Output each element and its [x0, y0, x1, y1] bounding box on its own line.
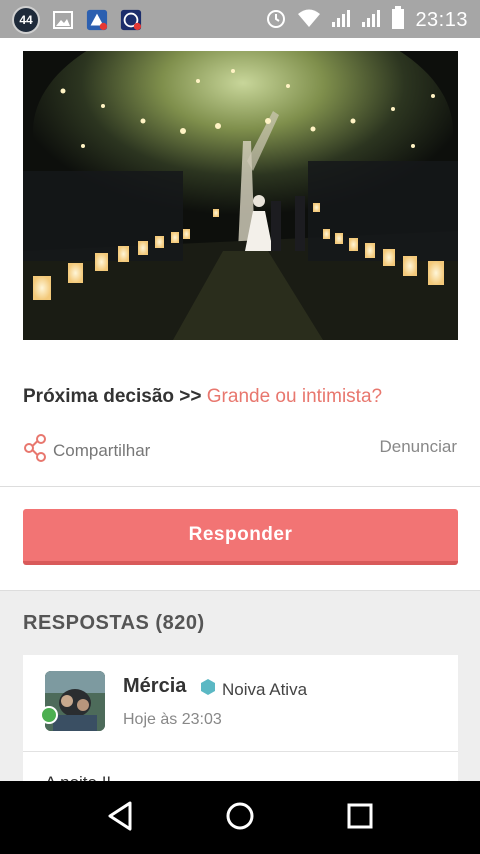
- battery-icon: [391, 6, 405, 35]
- wifi-icon: [297, 8, 321, 33]
- status-time: 23:13: [415, 9, 468, 31]
- answers-title: RESPOSTAS (820): [23, 612, 205, 634]
- app-notification-icon-2: [120, 9, 142, 31]
- online-status-indicator: [40, 706, 58, 724]
- app-notification-icon: [86, 9, 108, 31]
- next-decision-label: Próxima decisão >>: [23, 386, 202, 407]
- answers-section: RESPOSTAS (820) Mércia Noiva Ativa Hoje …: [0, 591, 480, 795]
- recents-button[interactable]: [343, 801, 377, 835]
- status-bar-system: 23:13: [265, 6, 468, 35]
- next-decision: Próxima decisão >> Grande ou intimista?: [23, 386, 382, 408]
- back-button[interactable]: [103, 801, 137, 835]
- answer-card[interactable]: Mércia Noiva Ativa Hoje às 23:03 A noite…: [23, 655, 458, 795]
- divider: [23, 751, 458, 752]
- hexagon-icon: [201, 679, 215, 700]
- share-icon: [23, 434, 47, 467]
- recents-icon: [347, 803, 373, 834]
- home-button[interactable]: [223, 801, 257, 835]
- status-bar: 44 23:13: [0, 0, 480, 38]
- badge-label: Noiva Ativa: [222, 679, 308, 699]
- signal-icon: [331, 8, 351, 33]
- respond-button[interactable]: Responder: [23, 509, 458, 565]
- divider: [0, 486, 480, 487]
- share-label: Compartilhar: [53, 440, 151, 460]
- user-badge: Noiva Ativa: [201, 679, 307, 700]
- report-link[interactable]: Denunciar: [380, 437, 458, 457]
- answer-time: Hoje às 23:03: [123, 711, 222, 728]
- share-button[interactable]: Compartilhar: [23, 434, 150, 467]
- gallery-icon: [52, 9, 74, 31]
- alarm-icon: [265, 7, 287, 34]
- navigation-bar: [0, 781, 480, 854]
- home-icon: [226, 802, 254, 835]
- notification-count-badge: 44: [12, 6, 40, 34]
- answer-author[interactable]: Mércia: [123, 675, 186, 698]
- next-decision-link[interactable]: Grande ou intimista?: [207, 386, 382, 407]
- status-bar-notifications: 44: [12, 6, 142, 34]
- signal-icon-2: [361, 8, 381, 33]
- post-photo[interactable]: [23, 51, 458, 340]
- back-icon: [107, 801, 133, 836]
